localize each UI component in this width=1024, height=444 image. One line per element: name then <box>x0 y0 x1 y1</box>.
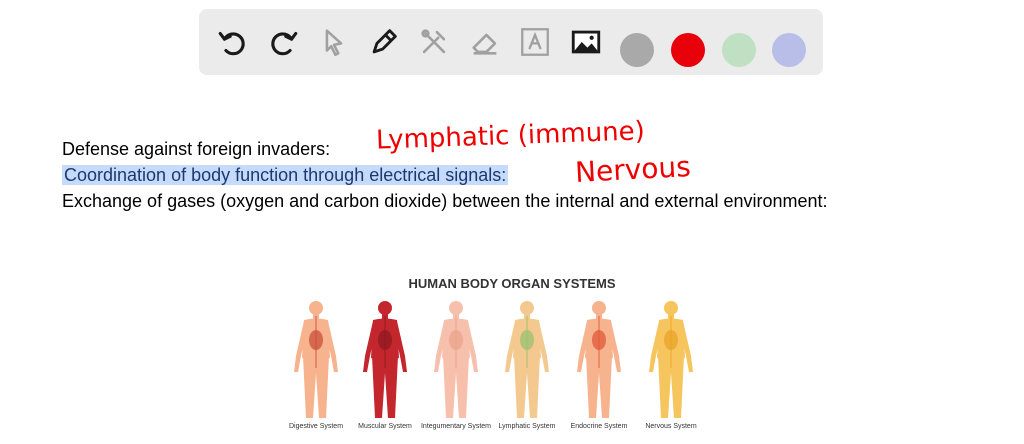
select-icon <box>325 29 343 57</box>
eraser-icon <box>472 33 497 55</box>
text-icon <box>521 28 549 56</box>
eraser-button[interactable] <box>466 23 504 61</box>
question-line-2: Coordination of body function through el… <box>62 165 509 186</box>
text-button[interactable] <box>516 23 554 61</box>
figure-title: HUMAN BODY ORGAN SYSTEMS <box>408 276 616 291</box>
color-swatch-green[interactable] <box>722 33 756 67</box>
body-figure-lymphatic-system <box>505 301 549 418</box>
tools-button[interactable] <box>415 23 453 61</box>
question-line-1: Defense against foreign invaders: <box>62 139 331 159</box>
body-figure-nervous-system <box>649 301 693 418</box>
handwritten-answer-2: Nervous <box>574 149 692 190</box>
body-figure-digestive-system <box>294 301 338 418</box>
redo-button[interactable] <box>264 23 302 61</box>
body-figure-endocrine-system <box>577 301 621 418</box>
figure-label: Endocrine System <box>570 423 628 430</box>
figure-label: Muscular System <box>358 423 412 430</box>
color-swatch-purple[interactable] <box>772 33 806 67</box>
question-line-3: Exchange of gases (oxygen and carbon dio… <box>62 191 828 211</box>
body-figure-muscular-system <box>363 301 407 418</box>
color-swatch-red[interactable] <box>671 33 705 67</box>
image-icon <box>571 30 601 54</box>
figure-label: Nervous System <box>645 423 697 430</box>
drawing-toolbar <box>199 9 823 75</box>
handwritten-answer-1: Lymphatic (immune) <box>375 116 646 156</box>
pen-button[interactable] <box>365 23 403 61</box>
figure-label: Lymphatic System <box>498 423 556 430</box>
body-figure-integumentary-system <box>434 301 478 418</box>
tools-icon <box>421 29 446 54</box>
redo-icon <box>271 31 298 56</box>
select-button[interactable] <box>315 23 353 61</box>
highlighted-text: Coordination of body function through el… <box>62 165 509 185</box>
figure-label: Integumentary System <box>420 423 492 430</box>
pen-icon <box>372 29 397 54</box>
figure-label: Digestive System <box>288 423 344 430</box>
undo-button[interactable] <box>214 23 252 61</box>
undo-icon <box>218 31 245 56</box>
image-button[interactable] <box>567 23 605 61</box>
color-swatch-gray[interactable] <box>620 33 654 67</box>
